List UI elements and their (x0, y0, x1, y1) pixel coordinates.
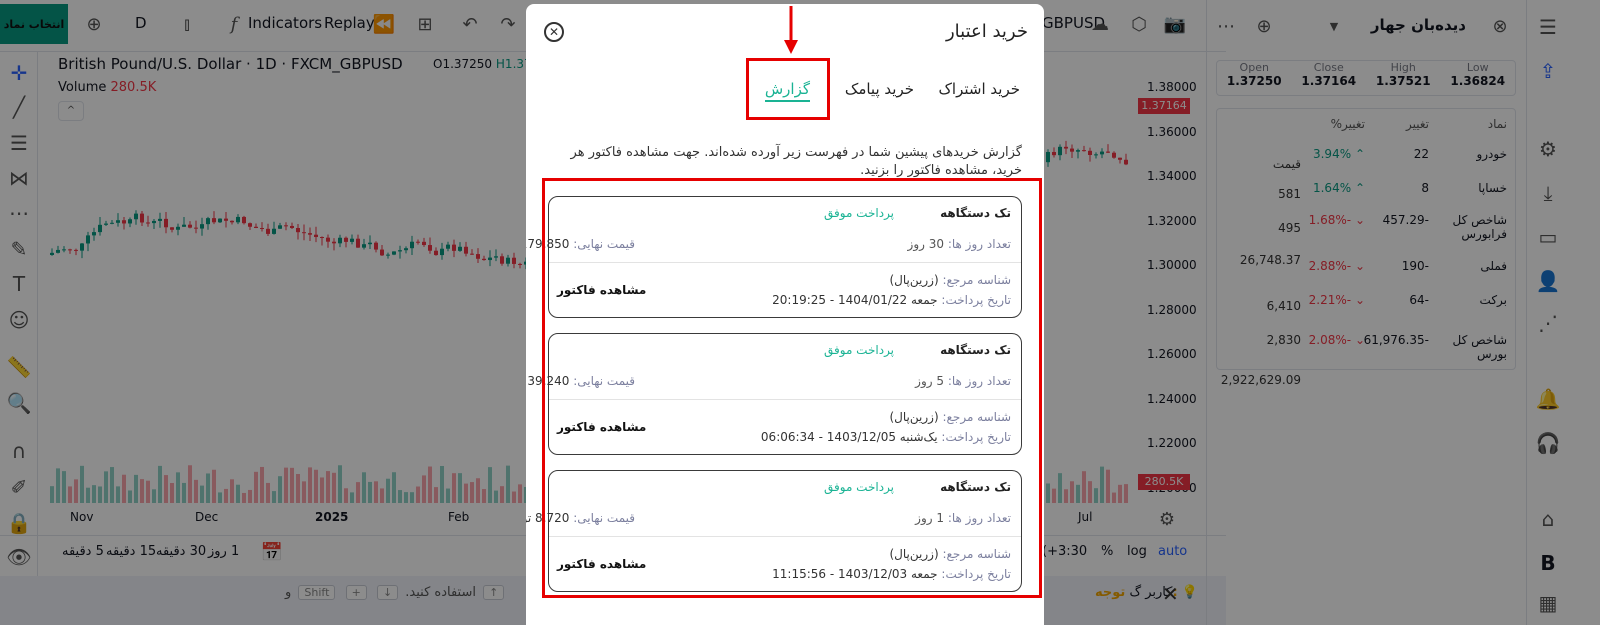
annotation-arrow (784, 6, 798, 54)
tab-subscription[interactable]: خرید اشتراک (939, 80, 1021, 98)
report-intro: گزارش خریدهای پیشین شما در فهرست زیر آور… (570, 145, 1022, 178)
annotation-box-list (542, 178, 1042, 598)
close-icon[interactable]: ✕ (544, 22, 564, 42)
modal-title: خرید اعتبار (945, 21, 1028, 42)
annotation-box-tab (746, 58, 830, 120)
tab-sms[interactable]: خرید پیامک (845, 80, 914, 98)
